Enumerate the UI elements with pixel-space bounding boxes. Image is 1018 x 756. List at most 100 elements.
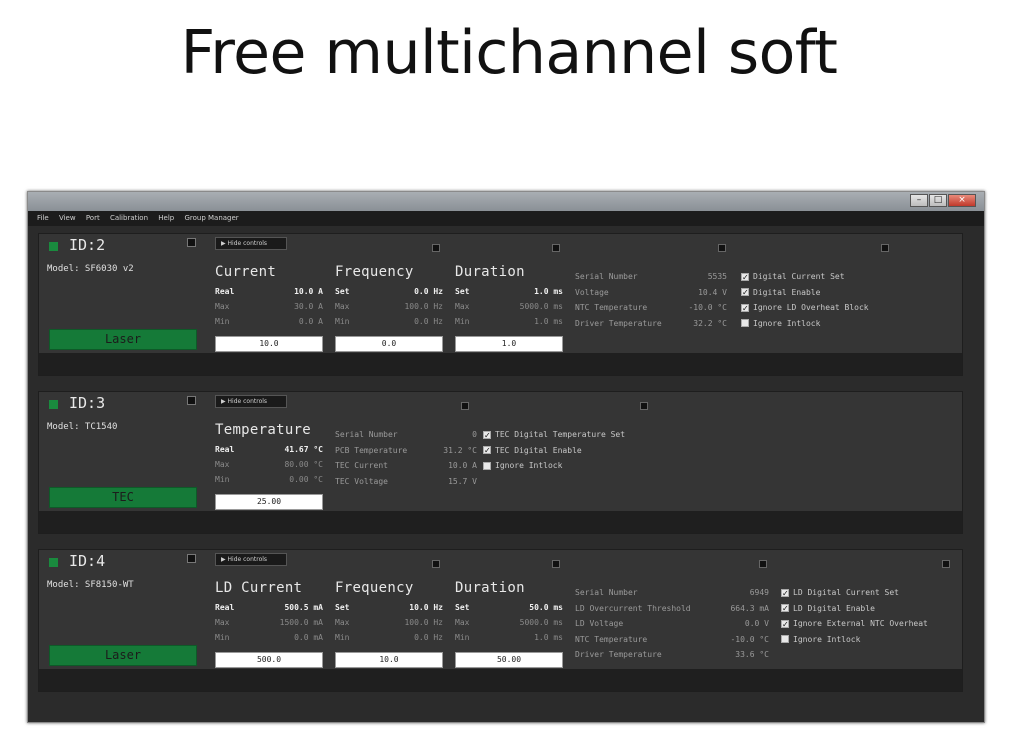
row-value: 10.0 A (294, 287, 323, 296)
menu-file[interactable]: File (37, 214, 49, 222)
expand-icon[interactable] (187, 554, 196, 563)
menu-help[interactable]: Help (158, 214, 174, 222)
collapse-icon[interactable] (461, 402, 469, 410)
channel-id: ID:2 (69, 236, 106, 254)
checkbox-row[interactable]: Digital Current Set (741, 269, 869, 285)
row-value: 1.0 ms (534, 317, 563, 326)
collapse-icon[interactable] (759, 560, 767, 568)
checkbox[interactable] (781, 635, 789, 644)
row-label: Set (455, 287, 470, 296)
checkbox[interactable] (483, 461, 491, 470)
collapse-icon[interactable] (432, 244, 440, 252)
row-value: 10.0 Hz (409, 603, 443, 612)
slide-title: Free multichannel soft (180, 18, 838, 88)
current-input[interactable]: 10.0 (215, 336, 323, 352)
frequency-input[interactable]: 10.0 (335, 652, 443, 668)
checkbox[interactable] (483, 443, 491, 459)
duration-input[interactable]: 1.0 (455, 336, 563, 352)
checkbox-row[interactable]: LD Digital Current Set (781, 585, 928, 601)
info-value: 10.0 A (448, 461, 477, 470)
checkbox[interactable] (781, 601, 789, 617)
checkbox-label: Digital Enable (753, 287, 821, 297)
hide-controls-button[interactable]: ▶ Hide controls (215, 237, 287, 250)
checkbox[interactable] (741, 285, 749, 301)
checkbox[interactable] (781, 617, 789, 632)
row-label: Min (455, 633, 470, 642)
log-strip (39, 353, 962, 375)
collapse-icon[interactable] (432, 560, 440, 568)
row-value: 0.0 A (298, 317, 323, 326)
checkbox[interactable] (741, 301, 749, 316)
checkbox-row[interactable]: Ignore External NTC Overheat (781, 616, 928, 632)
checkbox-row[interactable]: TEC Digital Enable (483, 443, 625, 459)
status-indicator (49, 558, 58, 567)
temperature-input[interactable]: 25.00 (215, 494, 323, 510)
checkbox[interactable] (741, 319, 749, 328)
duration-input[interactable]: 50.00 (455, 652, 563, 668)
expand-icon[interactable] (187, 238, 196, 247)
row-value: 41.67 °C (284, 445, 323, 454)
menu-calibration[interactable]: Calibration (110, 214, 148, 222)
checkbox[interactable] (781, 586, 789, 601)
channel-id: ID:4 (69, 552, 106, 570)
checkbox-row[interactable]: LD Digital Enable (781, 601, 928, 617)
row-value: 80.00 °C (284, 460, 323, 469)
channel-panel-id4: ID:4 Model: SF8150-WT Laser ▶ Hide contr… (38, 549, 963, 692)
row-value: 1.0 ms (534, 633, 563, 642)
collapse-icon[interactable] (552, 560, 560, 568)
block-title: Temperature (215, 422, 312, 438)
info-value: 10.4 V (698, 287, 727, 297)
checkbox-label: TEC Digital Temperature Set (495, 430, 626, 439)
collapse-icon[interactable] (942, 560, 950, 568)
row-label: Min (455, 317, 470, 326)
expand-icon[interactable] (187, 396, 196, 405)
row-label: Min (215, 475, 230, 484)
row-value: 30.0 A (294, 302, 323, 311)
collapse-icon[interactable] (552, 244, 560, 252)
hide-controls-button[interactable]: ▶ Hide controls (215, 553, 287, 566)
menu-view[interactable]: View (59, 214, 76, 222)
row-label: Max (215, 302, 230, 311)
model-label: Model: SF6030 v2 (47, 264, 134, 274)
row-label: Max (455, 302, 470, 311)
menu-group-manager[interactable]: Group Manager (184, 214, 238, 222)
checkbox-row[interactable]: Ignore Intlock (483, 458, 625, 474)
info-value: 5535 (707, 272, 727, 281)
info-key: Driver Temperature (575, 318, 662, 328)
channel-panel-id3: ID:3 Model: TC1540 TEC ▶ Hide controls T… (38, 391, 963, 534)
maximize-button[interactable]: □ (929, 194, 947, 207)
checkbox-row[interactable]: Ignore LD Overheat Block (741, 300, 869, 316)
collapse-icon[interactable] (718, 244, 726, 252)
checkbox-row[interactable]: Ignore Intlock (741, 316, 869, 332)
collapse-icon[interactable] (881, 244, 889, 252)
info-key: NTC Temperature (575, 634, 648, 644)
info-list: Serial Number 6949 LD Overcurrent Thresho… (575, 585, 769, 663)
laser-button[interactable]: Laser (49, 329, 197, 350)
tec-button[interactable]: TEC (49, 487, 197, 508)
collapse-icon[interactable] (640, 402, 648, 410)
frequency-input[interactable]: 0.0 (335, 336, 443, 352)
info-key: Driver Temperature (575, 650, 662, 659)
window-titlebar[interactable]: – □ × (28, 192, 984, 211)
channel-id: ID:3 (69, 394, 106, 412)
temperature-block: Temperature Real 41.67 °C Max 80.00 °C Min… (215, 422, 323, 487)
frequency-block: Frequency Set 0.0 Hz Max 100.0 Hz Min 0.0 H… (335, 264, 443, 329)
row-label: Real (215, 603, 235, 612)
checkbox-row[interactable]: Digital Enable (741, 285, 869, 301)
checkbox-row[interactable]: TEC Digital Temperature Set (483, 427, 625, 443)
ld-current-input[interactable]: 500.0 (215, 652, 323, 668)
close-button[interactable]: × (948, 194, 976, 207)
row-value: 5000.0 ms (519, 302, 563, 311)
info-value: 31.2 °C (443, 445, 477, 455)
checkbox-row[interactable]: Ignore Intlock (781, 632, 928, 648)
laser-button[interactable]: Laser (49, 645, 197, 666)
checkbox[interactable] (741, 270, 749, 285)
checkbox[interactable] (483, 428, 491, 443)
status-indicator (49, 400, 58, 409)
info-value: 15.7 V (448, 476, 477, 486)
minimize-button[interactable]: – (910, 194, 928, 207)
menu-port[interactable]: Port (86, 214, 100, 222)
status-indicator (49, 242, 58, 251)
hide-controls-button[interactable]: ▶ Hide controls (215, 395, 287, 408)
info-value: 6949 (749, 588, 769, 597)
